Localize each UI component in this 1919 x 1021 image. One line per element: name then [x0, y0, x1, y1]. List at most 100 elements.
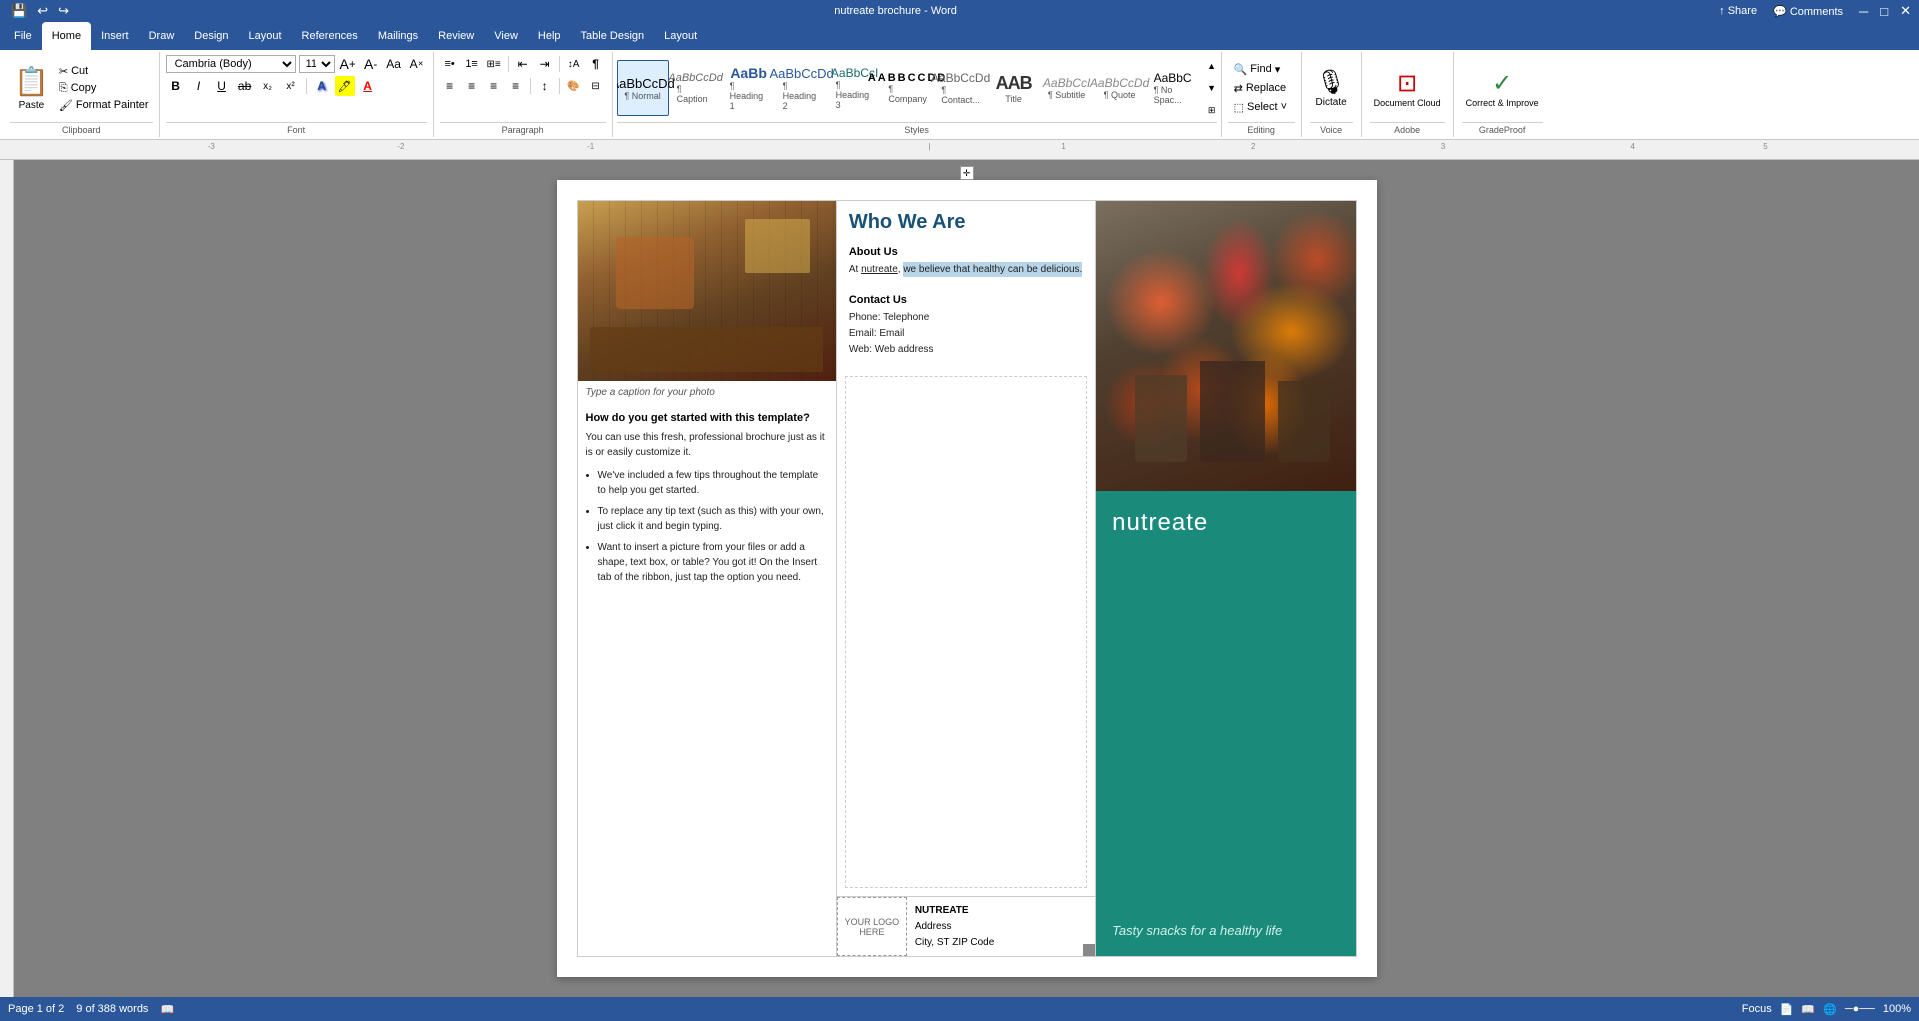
- view-mode-print[interactable]: 📄: [1780, 1003, 1794, 1016]
- align-center-button[interactable]: ≡: [462, 76, 482, 96]
- tab-review[interactable]: Review: [428, 22, 484, 50]
- redo-button[interactable]: ↪: [55, 2, 72, 20]
- logo-row: YOUR LOGO HERE NUTREATE Address City, ST…: [837, 896, 1095, 956]
- strikethrough-button[interactable]: ab: [235, 76, 255, 96]
- tab-home[interactable]: Home: [42, 22, 91, 50]
- cut-button[interactable]: ✂ Cut: [55, 64, 153, 79]
- show-marks-button[interactable]: ¶: [586, 54, 606, 74]
- email-text: Email: Email: [849, 326, 1083, 342]
- zoom-slider[interactable]: ─●──: [1845, 1003, 1875, 1015]
- style-nospace-label: ¶ No Spac...: [1154, 85, 1192, 105]
- undo-button[interactable]: ↩: [34, 2, 51, 20]
- format-painter-button[interactable]: 🖌 Format Painter: [55, 98, 153, 113]
- increase-indent-button[interactable]: ⇥: [535, 54, 555, 74]
- tab-mailings[interactable]: Mailings: [368, 22, 428, 50]
- correct-improve-button[interactable]: ✓ Correct & Improve: [1462, 65, 1543, 112]
- style-contact[interactable]: AaBbCcDd ¶ Contact...: [935, 60, 987, 116]
- justify-button[interactable]: ≡: [506, 76, 526, 96]
- status-right: Focus 📄 📖 🌐 ─●── 100%: [1742, 1003, 1911, 1016]
- align-right-button[interactable]: ≡: [484, 76, 504, 96]
- text-effects-button[interactable]: A: [312, 76, 332, 96]
- paste-button[interactable]: 📋 Paste: [10, 63, 53, 113]
- style-normal[interactable]: AaBbCcDd ¶ Normal: [617, 60, 669, 116]
- styles-expand[interactable]: ⊞: [1202, 100, 1217, 120]
- tab-help[interactable]: Help: [528, 22, 571, 50]
- font-size-select[interactable]: 11: [299, 55, 335, 73]
- sort-button[interactable]: ↕A: [564, 54, 584, 74]
- tab-references[interactable]: References: [292, 22, 368, 50]
- decrease-indent-button[interactable]: ⇤: [513, 54, 533, 74]
- style-quote[interactable]: AaBbCcDd ¶ Quote: [1094, 60, 1146, 116]
- change-case-button[interactable]: Aa: [384, 54, 404, 74]
- share-button[interactable]: ↑ Share: [1719, 5, 1757, 17]
- tab-insert[interactable]: Insert: [91, 22, 139, 50]
- ruler: -3 -2 -1 | 1 2 3 4 5: [0, 140, 1919, 160]
- comments-button[interactable]: 💬 Comments: [1773, 5, 1843, 18]
- logo-placeholder[interactable]: YOUR LOGO HERE: [837, 897, 907, 956]
- style-heading2[interactable]: AaBbCcDd ¶ Heading 2: [776, 60, 828, 116]
- resize-handle[interactable]: [1083, 944, 1095, 956]
- view-mode-read[interactable]: 📖: [1801, 1003, 1815, 1016]
- bold-button[interactable]: B: [166, 76, 186, 96]
- copy-button[interactable]: ⎘ Copy: [55, 81, 153, 96]
- minimize-button[interactable]: ─: [1859, 4, 1868, 19]
- italic-button[interactable]: I: [189, 76, 209, 96]
- style-heading3[interactable]: AaBbCcI ¶ Heading 3: [829, 60, 881, 116]
- tab-file[interactable]: File: [4, 22, 42, 50]
- tab-view[interactable]: View: [484, 22, 528, 50]
- font-color-button[interactable]: A: [358, 76, 378, 96]
- subscript-button[interactable]: x₂: [258, 76, 278, 96]
- photo-caption[interactable]: Type a caption for your photo: [578, 381, 836, 404]
- adobe-icon: ⊡: [1397, 69, 1417, 98]
- style-nospace[interactable]: AaBbC ¶ No Spac...: [1147, 60, 1199, 116]
- tab-layout[interactable]: Layout: [239, 22, 292, 50]
- page[interactable]: ✛ Type a c: [557, 180, 1377, 977]
- mid-empty-area: [845, 376, 1087, 888]
- cut-label: Cut: [71, 65, 88, 77]
- tab-design[interactable]: Design: [184, 22, 238, 50]
- para-row2: ≡ ≡ ≡ ≡ ↕ 🎨 ⊟: [440, 76, 606, 96]
- style-caption[interactable]: AaBbCcDd ¶ Caption: [670, 60, 722, 116]
- align-left-button[interactable]: ≡: [440, 76, 460, 96]
- font-shrink-button[interactable]: A-: [361, 54, 381, 74]
- style-heading1[interactable]: AaBb ¶ Heading 1: [723, 60, 775, 116]
- font-name-select[interactable]: Cambria (Body): [166, 55, 296, 73]
- maximize-button[interactable]: □: [1880, 4, 1888, 19]
- tab-layout2[interactable]: Layout: [654, 22, 707, 50]
- proofing-icon: 📖: [160, 1003, 174, 1016]
- styles-scroll-up[interactable]: ▲: [1202, 56, 1217, 76]
- focus-button[interactable]: Focus: [1742, 1003, 1772, 1015]
- clear-formatting-button[interactable]: A✕: [407, 54, 427, 74]
- shading-button[interactable]: 🎨: [564, 76, 584, 96]
- style-company[interactable]: AABBCCDD ¶ Company: [882, 60, 934, 116]
- view-mode-web[interactable]: 🌐: [1823, 1003, 1837, 1016]
- tab-table-design[interactable]: Table Design: [571, 22, 655, 50]
- text-highlight-button[interactable]: 🖊: [335, 76, 355, 96]
- find-button[interactable]: 🔍 Find ▾: [1228, 61, 1295, 78]
- tab-draw[interactable]: Draw: [139, 22, 185, 50]
- style-subtitle[interactable]: AaBbCcI ¶ Subtitle: [1041, 60, 1093, 116]
- style-title[interactable]: AAB Title: [988, 60, 1040, 116]
- right-photo[interactable]: [1096, 201, 1355, 491]
- close-button[interactable]: ✕: [1900, 3, 1911, 19]
- zoom-level: 100%: [1883, 1003, 1911, 1015]
- move-handle[interactable]: ✛: [960, 166, 974, 180]
- line-spacing-button[interactable]: ↕: [535, 76, 555, 96]
- adobe-doc-cloud-button[interactable]: ⊡ Document Cloud: [1370, 65, 1445, 112]
- multilevel-button[interactable]: ⊞≡: [484, 54, 504, 74]
- font-grow-button[interactable]: A+: [338, 54, 358, 74]
- save-button[interactable]: 💾: [8, 2, 30, 20]
- bullets-button[interactable]: ≡•: [440, 54, 460, 74]
- superscript-button[interactable]: x²: [281, 76, 301, 96]
- left-photo-inner: [578, 201, 836, 381]
- select-button[interactable]: ⬚ Select ˅: [1228, 99, 1295, 116]
- nutreate-link[interactable]: nutreate: [861, 264, 898, 275]
- underline-button[interactable]: U: [212, 76, 232, 96]
- numbering-button[interactable]: 1≡: [462, 54, 482, 74]
- document-area[interactable]: ✛ Type a c: [0, 160, 1919, 997]
- styles-scroll-down[interactable]: ▼: [1202, 78, 1217, 98]
- borders-button[interactable]: ⊟: [586, 76, 606, 96]
- left-photo[interactable]: [578, 201, 836, 381]
- replace-button[interactable]: ⇄ Replace: [1228, 80, 1295, 97]
- dictate-button[interactable]: 🎙 Dictate: [1312, 64, 1351, 112]
